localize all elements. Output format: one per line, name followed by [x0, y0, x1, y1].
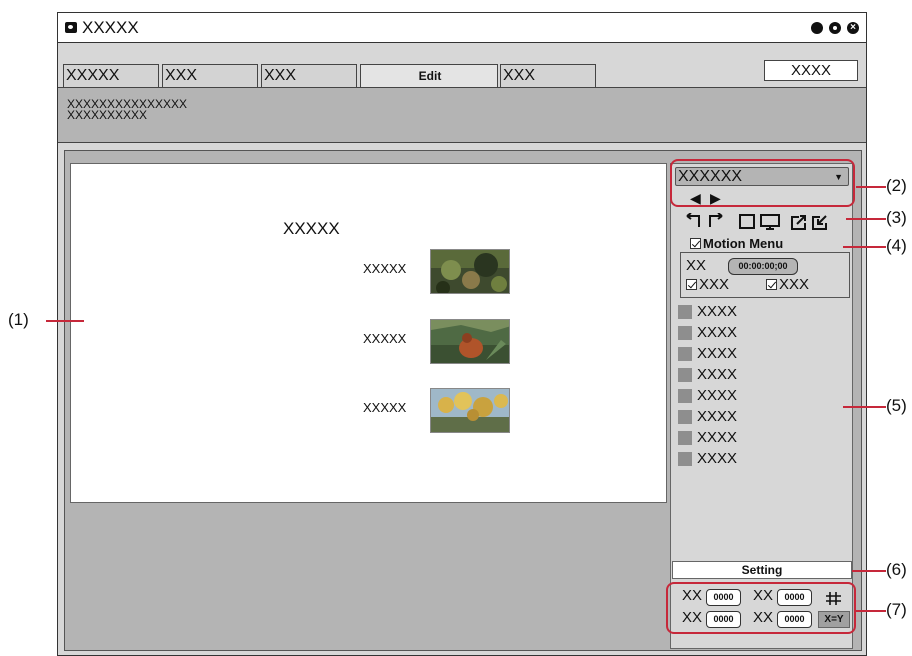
- list-item-label: XXXX: [697, 303, 738, 320]
- callout-line-5: [843, 406, 886, 408]
- import-icon[interactable]: [812, 215, 827, 230]
- callout-label-4: (4): [886, 236, 907, 255]
- list-item-label: XXXX: [697, 387, 738, 404]
- swatch-icon: [678, 347, 692, 361]
- check2-label: XXX: [779, 276, 810, 293]
- callout-line-7: [856, 610, 886, 612]
- callout-label-7: (7): [886, 600, 907, 619]
- list-item-label: XXXX: [697, 408, 738, 425]
- redo-icon[interactable]: [709, 213, 723, 227]
- tab-3[interactable]: XXX: [261, 64, 357, 87]
- tab-edit[interactable]: Edit: [360, 64, 498, 87]
- motion-menu-label: Motion Menu: [703, 236, 784, 251]
- menu-item-label[interactable]: XXXXX: [363, 261, 406, 276]
- list-item-label: XXXX: [697, 324, 738, 341]
- callout-box-7: [666, 582, 856, 634]
- app-icon: [65, 22, 77, 33]
- callout-line-3: [846, 218, 886, 220]
- callout-box-2: [670, 159, 855, 207]
- undo-icon[interactable]: [686, 213, 700, 227]
- menu-thumbnail[interactable]: [430, 388, 510, 433]
- check1[interactable]: XXX: [686, 276, 729, 293]
- info-line-2: XXXXXXXXXX: [67, 108, 148, 122]
- callout-label-1: (1): [8, 310, 29, 329]
- callout-line-2: [856, 186, 886, 188]
- tab-1[interactable]: XXXXX: [63, 64, 159, 87]
- swatch-icon: [678, 452, 692, 466]
- menu-item-label[interactable]: XXXXX: [363, 331, 406, 346]
- menu-item-label[interactable]: XXXXX: [363, 400, 406, 415]
- check2[interactable]: XXX: [766, 276, 809, 293]
- tab-strip: XXXXX XXX XXX Edit XXX XXXX: [58, 43, 866, 87]
- list-item-label: XXXX: [697, 429, 738, 446]
- menu-thumbnail[interactable]: [430, 249, 510, 294]
- swatch-icon: [678, 389, 692, 403]
- duration-timecode-field[interactable]: 00:00:00;00: [728, 258, 798, 275]
- checkbox-checked-icon: [686, 279, 697, 290]
- swatch-icon: [678, 410, 692, 424]
- check1-label: XXX: [699, 276, 730, 293]
- callout-label-2: (2): [886, 176, 907, 195]
- maximize-icon[interactable]: [829, 22, 841, 34]
- menu-thumbnail[interactable]: [430, 319, 510, 364]
- list-item-label: XXXX: [697, 450, 738, 467]
- duration-label: XX: [686, 257, 707, 274]
- callout-line-1: [46, 320, 84, 322]
- title-bar: XXXXX ×: [58, 13, 866, 43]
- setting-button[interactable]: Setting: [672, 561, 852, 579]
- edit-toolbar: [686, 213, 827, 230]
- minimize-icon[interactable]: [811, 22, 823, 34]
- callout-label-5: (5): [886, 396, 907, 415]
- callout-line-4: [843, 246, 886, 248]
- info-bar: XXXXXXXXXXXXXXX XXXXXXXXXX: [58, 87, 866, 143]
- export-icon[interactable]: [791, 215, 806, 230]
- checkbox-checked-icon: [690, 238, 701, 249]
- motion-menu-checkbox[interactable]: Motion Menu: [688, 236, 786, 251]
- swatch-icon: [678, 326, 692, 340]
- swatch-icon: [678, 431, 692, 445]
- square-icon[interactable]: [739, 214, 755, 229]
- swatch-icon: [678, 305, 692, 319]
- callout-label-6: (6): [886, 560, 907, 579]
- menu-title[interactable]: XXXXX: [283, 219, 340, 239]
- menu-preview-canvas[interactable]: XXXXX XXXXX XXXXX XXXXX: [70, 163, 667, 503]
- checkbox-checked-icon: [766, 279, 777, 290]
- list-item-label: XXXX: [697, 366, 738, 383]
- monitor-icon[interactable]: [760, 214, 780, 230]
- window-title: XXXXX: [82, 18, 139, 37]
- swatch-icon: [678, 368, 692, 382]
- callout-label-3: (3): [886, 208, 907, 227]
- tab-2[interactable]: XXX: [162, 64, 258, 87]
- app-window: XXXXX × XXXXX XXX XXX Edit XXX XXXX XXXX…: [57, 12, 867, 656]
- close-icon[interactable]: ×: [847, 22, 859, 34]
- top-right-button[interactable]: XXXX: [764, 60, 858, 81]
- list-item-label: XXXX: [697, 345, 738, 362]
- callout-line-6: [852, 570, 886, 572]
- tab-5[interactable]: XXX: [500, 64, 596, 87]
